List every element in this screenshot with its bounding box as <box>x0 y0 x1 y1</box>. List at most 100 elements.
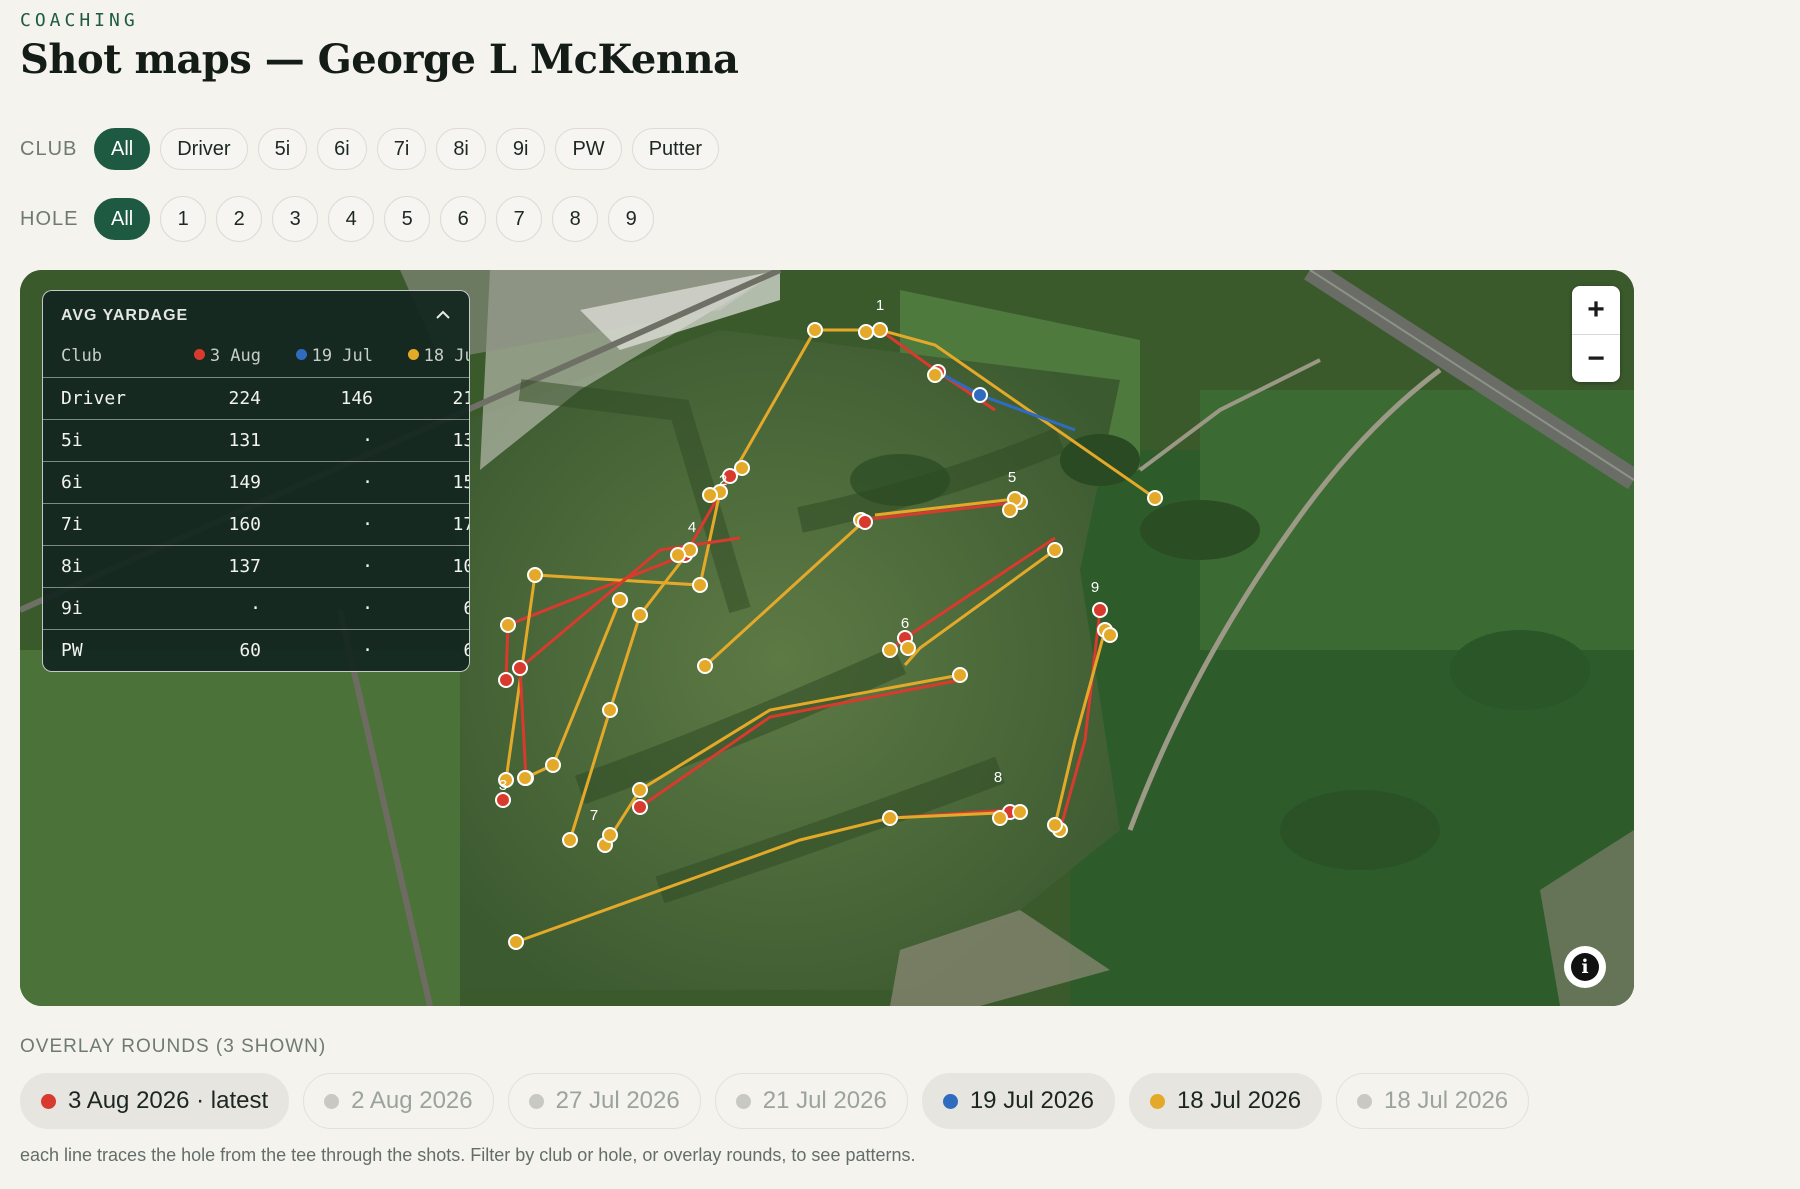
shot-point <box>992 810 1008 826</box>
hole-filter-label: HOLE <box>20 207 79 230</box>
shot-trace <box>903 548 1056 666</box>
round-dot-icon <box>41 1093 56 1109</box>
shot-point <box>858 324 874 340</box>
club-chip-all[interactable]: All <box>94 128 151 170</box>
hole-chip-1[interactable]: 1 <box>160 196 207 242</box>
round-chip-27-jul-2026[interactable]: 27 Jul 2026 <box>507 1073 701 1129</box>
shot-point <box>632 799 648 815</box>
chevron-up-icon[interactable] <box>435 307 451 325</box>
zoom-in-button[interactable]: + <box>1572 286 1620 334</box>
blue-dot-icon <box>295 349 307 360</box>
shot-point <box>952 667 968 683</box>
hole-filter: HOLE All 1 2 3 4 5 6 7 8 9 <box>20 196 655 242</box>
hole-chip-8[interactable]: 8 <box>552 196 599 242</box>
shot-point <box>500 617 516 633</box>
club-name: 9i <box>61 598 83 619</box>
club-chip-pw[interactable]: PW <box>555 128 622 170</box>
club-chip-7i[interactable]: 7i <box>376 128 427 170</box>
yardage-row-8i: 8i 137 · 104 <box>43 545 469 587</box>
col-18-jul-label: 18 Jul <box>423 346 469 366</box>
yardage-row-9i: 9i · · 63 <box>43 587 469 629</box>
yardage-row-pw: PW 60 · 60 <box>43 629 469 671</box>
round-label: 3 Aug 2026 · latest <box>68 1087 269 1114</box>
hole-chip-5[interactable]: 5 <box>384 196 431 242</box>
hole-number-label: 2 <box>719 472 727 489</box>
yardage-value: 60 <box>239 640 261 661</box>
yardage-row-driver: Driver 224 146 211 <box>43 377 469 419</box>
club-name: PW <box>61 640 83 661</box>
hole-chip-2[interactable]: 2 <box>216 196 263 242</box>
shot-map[interactable]: 1 2 3 4 5 6 7 8 9 AVG YARDAGE Club 3 Aug 19 Jul … <box>20 270 1634 1006</box>
shot-point <box>1012 804 1028 820</box>
zoom-out-button[interactable]: − <box>1572 334 1620 382</box>
shot-point <box>927 367 943 383</box>
zoom-control: + − <box>1572 286 1620 382</box>
club-chip-putter[interactable]: Putter <box>631 128 720 170</box>
hole-chip-9[interactable]: 9 <box>608 196 655 242</box>
hole-chip-all[interactable]: All <box>94 198 151 240</box>
shot-point <box>1102 627 1118 643</box>
yardage-value: 146 <box>340 388 373 409</box>
avg-yardage-panel: AVG YARDAGE Club 3 Aug 19 Jul 18 Jul Dri… <box>42 290 470 672</box>
shot-point <box>857 514 873 530</box>
hole-chip-7[interactable]: 7 <box>496 196 543 242</box>
round-dot-icon <box>1149 1093 1165 1109</box>
yardage-value: 134 <box>452 430 469 451</box>
round-label: 18 Jul 2026 <box>1384 1087 1509 1114</box>
round-chip-3-aug-2026[interactable]: 3 Aug 2026 · latest <box>20 1073 290 1129</box>
round-chip-19-jul-2026[interactable]: 19 Jul 2026 <box>921 1073 1115 1129</box>
yardage-value: 63 <box>373 598 469 619</box>
hole-chip-3[interactable]: 3 <box>272 196 319 242</box>
round-chip-18-jul-2026-b[interactable]: 18 Jul 2026 <box>1336 1073 1530 1129</box>
club-chip-driver[interactable]: Driver <box>160 128 248 170</box>
yardage-value: · <box>362 472 373 493</box>
club-chip-8i[interactable]: 8i <box>436 128 486 170</box>
shot-trace <box>874 497 1016 517</box>
club-chip-6i[interactable]: 6i <box>317 128 367 170</box>
hole-number-label: 8 <box>994 769 1002 786</box>
shot-point <box>1047 542 1063 558</box>
col-18-jul: 18 Jul <box>373 346 469 366</box>
round-chip-18-jul-2026[interactable]: 18 Jul 2026 <box>1128 1073 1323 1129</box>
club-name: Driver <box>61 388 127 409</box>
yardage-value: 137 <box>228 556 261 577</box>
shot-point <box>1047 817 1063 833</box>
yardage-value: 60 <box>373 640 469 661</box>
shot-trace <box>518 536 741 779</box>
col-19-jul: 19 Jul <box>261 346 373 366</box>
round-label: 2 Aug 2026 <box>351 1087 473 1114</box>
shot-point <box>872 322 888 338</box>
yellow-dot-icon <box>407 349 419 360</box>
yardage-value: · <box>362 556 373 577</box>
shot-point <box>1147 490 1163 506</box>
round-label: 19 Jul 2026 <box>969 1087 1094 1114</box>
club-chip-9i[interactable]: 9i <box>495 128 546 170</box>
yardage-value: 157 <box>452 472 469 493</box>
yardage-value: · <box>362 514 373 535</box>
map-info-button[interactable]: i <box>1564 946 1606 988</box>
shot-point <box>562 832 578 848</box>
hole-chip-6[interactable]: 6 <box>440 196 487 242</box>
hole-chip-4[interactable]: 4 <box>328 196 375 242</box>
hole-number-label: 3 <box>499 777 507 794</box>
hole-number-label: 9 <box>1091 579 1099 596</box>
shot-point <box>498 672 514 688</box>
club-chip-5i[interactable]: 5i <box>257 128 308 170</box>
round-chip-2-aug-2026[interactable]: 2 Aug 2026 <box>303 1073 494 1129</box>
round-dot-icon <box>1357 1093 1373 1109</box>
shot-point <box>697 658 713 674</box>
shot-trace <box>889 536 1056 652</box>
shot-point <box>512 660 528 676</box>
overlay-rounds: 3 Aug 2026 · latest 2 Aug 2026 27 Jul 20… <box>20 1073 1530 1129</box>
info-icon: i <box>1571 953 1599 981</box>
shot-trace <box>879 328 1156 500</box>
club-filter-label: CLUB <box>20 137 78 160</box>
shot-point <box>1002 502 1018 518</box>
yardage-value: · <box>362 430 373 451</box>
yardage-header-row: Club 3 Aug 19 Jul 18 Jul <box>43 341 469 377</box>
shot-point <box>517 770 533 786</box>
overlay-rounds-title: OVERLAY ROUNDS (3 SHOWN) <box>20 1036 327 1057</box>
col-3-aug-label: 3 Aug <box>209 346 261 366</box>
shot-point <box>670 547 686 563</box>
round-chip-21-jul-2026[interactable]: 21 Jul 2026 <box>714 1073 908 1129</box>
